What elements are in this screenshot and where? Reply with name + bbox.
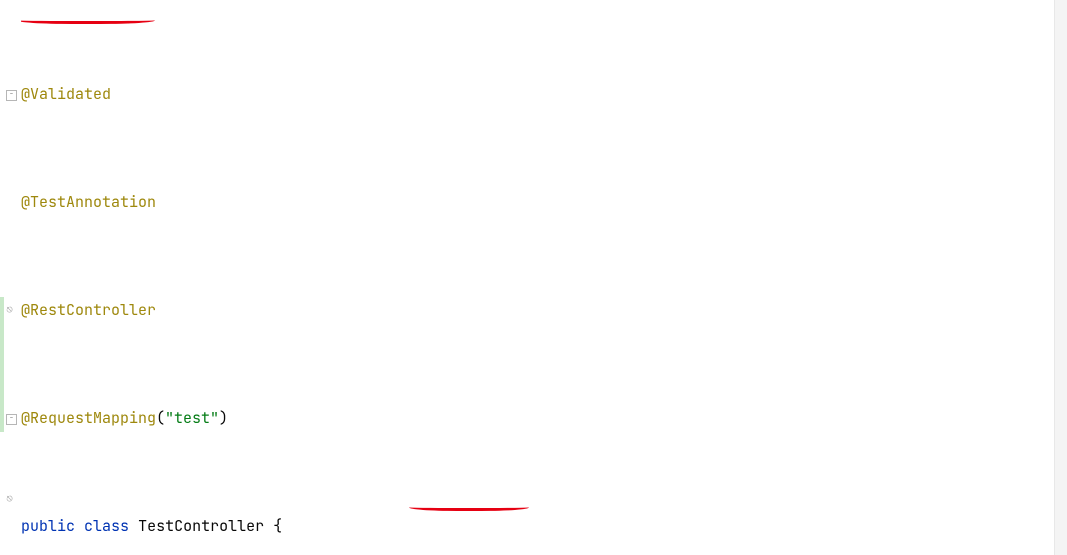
- highlight-underline-icon: [21, 15, 155, 24]
- gutter-hint-icon[interactable]: ⎋: [2, 297, 17, 324]
- code-area[interactable]: @Validated @TestAnnotation @RestControll…: [21, 0, 1067, 555]
- annotation: @RequestMapping: [21, 408, 156, 428]
- keyword: class: [84, 516, 129, 536]
- code-line: @TestAnnotation: [21, 189, 1067, 216]
- annotation: @RestController: [21, 300, 156, 320]
- code-editor[interactable]: − − ⎋ ⎋ @Validated @TestAnnotation @Rest…: [0, 0, 1067, 555]
- brace: {: [273, 516, 282, 536]
- scrollbar[interactable]: [1054, 0, 1067, 555]
- class-name: TestController: [138, 516, 264, 536]
- code-line: @Validated: [21, 81, 1067, 108]
- fold-icon[interactable]: −: [6, 414, 17, 425]
- code-line: public class TestController {: [21, 513, 1067, 540]
- fold-icon[interactable]: −: [6, 90, 17, 101]
- highlight-underline-icon: [409, 502, 529, 511]
- keyword: public: [21, 516, 75, 536]
- string-literal: "test": [165, 408, 219, 428]
- annotation: @TestAnnotation: [21, 192, 156, 212]
- code-line: @RequestMapping("test"): [21, 405, 1067, 432]
- gutter-hint-icon[interactable]: ⎋: [2, 486, 17, 513]
- annotation: @Validated: [21, 84, 111, 104]
- code-line: @RestController: [21, 297, 1067, 324]
- gutter: − − ⎋ ⎋: [0, 0, 21, 555]
